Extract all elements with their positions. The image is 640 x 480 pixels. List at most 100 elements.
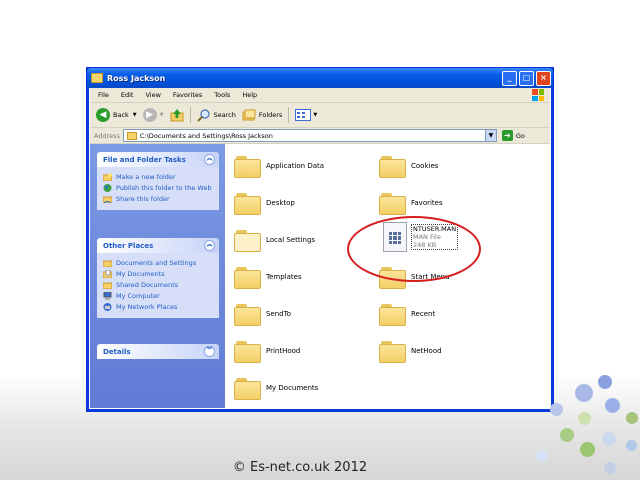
search-button[interactable]: Search bbox=[196, 108, 236, 122]
up-folder-icon bbox=[170, 109, 183, 122]
menu-file[interactable]: File bbox=[98, 91, 109, 99]
views-button[interactable]: ▼ bbox=[295, 109, 317, 121]
folder-item[interactable]: SendTo bbox=[234, 302, 291, 326]
explorer-window: Ross Jackson _ □ × File Edit View Favori… bbox=[86, 67, 554, 412]
close-button[interactable]: × bbox=[536, 70, 551, 86]
folder-item[interactable]: Favorites bbox=[379, 191, 443, 215]
folder-icon bbox=[91, 73, 103, 83]
up-folder-button[interactable] bbox=[170, 108, 184, 122]
folders-label: Folders bbox=[258, 111, 283, 119]
task-pane: File and Folder Tasks ︽ Make a new folde… bbox=[90, 144, 225, 408]
address-input[interactable]: C:\Documents and Settings\Ross Jackson ▼ bbox=[122, 129, 497, 142]
go-button[interactable]: ➜ Go bbox=[501, 130, 525, 141]
dot bbox=[626, 412, 638, 424]
chevron-down-icon[interactable]: ︾ bbox=[204, 346, 215, 357]
menu-help[interactable]: Help bbox=[242, 91, 257, 99]
place-my-documents[interactable]: My Documents bbox=[103, 270, 215, 278]
toolbar-separator bbox=[288, 107, 290, 123]
dropdown-arrow-icon[interactable]: ▼ bbox=[313, 112, 317, 118]
folder-item[interactable]: Recent bbox=[379, 302, 435, 326]
folder-icon bbox=[379, 154, 407, 178]
place-label: Documents and Settings bbox=[116, 259, 197, 267]
folder-icon bbox=[379, 302, 407, 326]
copyright-footer: © Es-net.co.uk 2012 bbox=[232, 460, 368, 475]
chevron-up-icon[interactable]: ︽ bbox=[204, 240, 215, 251]
forward-arrow-icon: ▶ bbox=[142, 108, 157, 122]
menu-tools[interactable]: Tools bbox=[214, 91, 230, 99]
dot bbox=[626, 440, 637, 451]
folder-icon bbox=[126, 131, 137, 140]
folder-label: Desktop bbox=[266, 199, 295, 207]
folder-label: NetHood bbox=[411, 347, 442, 355]
toolbar-separator bbox=[189, 107, 191, 123]
menu-bar: File Edit View Favorites Tools Help bbox=[90, 88, 550, 103]
place-label: Shared Documents bbox=[116, 281, 179, 289]
folder-item[interactable]: Local Settings bbox=[234, 228, 315, 252]
views-icon bbox=[295, 109, 312, 121]
dot bbox=[598, 375, 612, 389]
chevron-down-icon[interactable]: ▼ bbox=[484, 130, 496, 141]
folder-item[interactable]: Cookies bbox=[379, 154, 438, 178]
folder-label: Application Data bbox=[266, 162, 325, 170]
folder-item[interactable]: NetHood bbox=[379, 339, 442, 363]
my-documents-icon bbox=[103, 270, 112, 278]
computer-icon bbox=[103, 292, 112, 300]
place-label: My Computer bbox=[116, 292, 160, 300]
task-share-folder[interactable]: Share this folder bbox=[103, 195, 215, 203]
folder-icon bbox=[234, 228, 262, 252]
dot bbox=[536, 450, 548, 462]
new-folder-icon bbox=[103, 173, 112, 181]
dot bbox=[580, 442, 595, 457]
back-button[interactable]: ◀ Back ▼ bbox=[96, 108, 137, 122]
minimize-button[interactable]: _ bbox=[502, 70, 517, 86]
dot bbox=[575, 384, 593, 402]
folder-item[interactable]: PrintHood bbox=[234, 339, 300, 363]
folder-label: PrintHood bbox=[266, 347, 301, 355]
address-bar: Address C:\Documents and Settings\Ross J… bbox=[90, 128, 550, 144]
folder-item[interactable]: Application Data bbox=[234, 154, 324, 178]
panel-header[interactable]: Details ︾ bbox=[97, 344, 219, 359]
place-label: My Network Places bbox=[116, 303, 178, 311]
folder-icon bbox=[234, 191, 262, 215]
folder-label: My Documents bbox=[266, 384, 319, 392]
menu-view[interactable]: View bbox=[145, 91, 160, 99]
folder-label: Recent bbox=[411, 310, 436, 318]
place-shared-documents[interactable]: Shared Documents bbox=[103, 281, 215, 289]
folder-item[interactable]: My Documents bbox=[234, 376, 318, 400]
dot bbox=[604, 462, 616, 474]
menu-favorites[interactable]: Favorites bbox=[173, 91, 202, 99]
globe-icon bbox=[103, 184, 112, 192]
window-title: Ross Jackson bbox=[107, 73, 166, 83]
folder-label: Cookies bbox=[411, 162, 439, 170]
dot bbox=[605, 398, 620, 413]
folder-label: SendTo bbox=[266, 310, 291, 318]
task-publish-web[interactable]: Publish this folder to the Web bbox=[103, 184, 215, 192]
file-folder-tasks-panel: File and Folder Tasks ︽ Make a new folde… bbox=[97, 152, 219, 210]
go-label: Go bbox=[515, 131, 525, 140]
folder-item[interactable]: Desktop bbox=[234, 191, 295, 215]
folders-button[interactable]: Folders bbox=[242, 108, 282, 122]
place-my-computer[interactable]: My Computer bbox=[103, 292, 215, 300]
task-label: Share this folder bbox=[116, 195, 170, 203]
folder-label: Favorites bbox=[411, 199, 443, 207]
folder-icon bbox=[234, 302, 262, 326]
menu-edit[interactable]: Edit bbox=[121, 91, 134, 99]
folders-icon bbox=[242, 109, 256, 121]
chevron-up-icon[interactable]: ︽ bbox=[204, 154, 215, 165]
dropdown-arrow-icon[interactable]: ▼ bbox=[160, 112, 164, 118]
place-documents-settings[interactable]: Documents and Settings bbox=[103, 259, 215, 267]
title-bar[interactable]: Ross Jackson _ □ × bbox=[87, 68, 553, 88]
task-make-folder[interactable]: Make a new folder bbox=[103, 173, 215, 181]
folder-item[interactable]: Templates bbox=[234, 265, 302, 289]
address-label: Address bbox=[94, 131, 120, 140]
decorative-dots bbox=[530, 370, 640, 480]
place-network[interactable]: My Network Places bbox=[103, 303, 215, 311]
folder-label: Templates bbox=[266, 273, 302, 281]
maximize-button[interactable]: □ bbox=[519, 70, 534, 86]
panel-header[interactable]: Other Places ︽ bbox=[97, 238, 219, 253]
panel-title: Other Places bbox=[103, 241, 154, 250]
panel-header[interactable]: File and Folder Tasks ︽ bbox=[97, 152, 219, 167]
dropdown-arrow-icon[interactable]: ▼ bbox=[133, 112, 137, 118]
search-icon bbox=[196, 109, 210, 122]
forward-button[interactable]: ▶ ▼ bbox=[142, 108, 164, 122]
